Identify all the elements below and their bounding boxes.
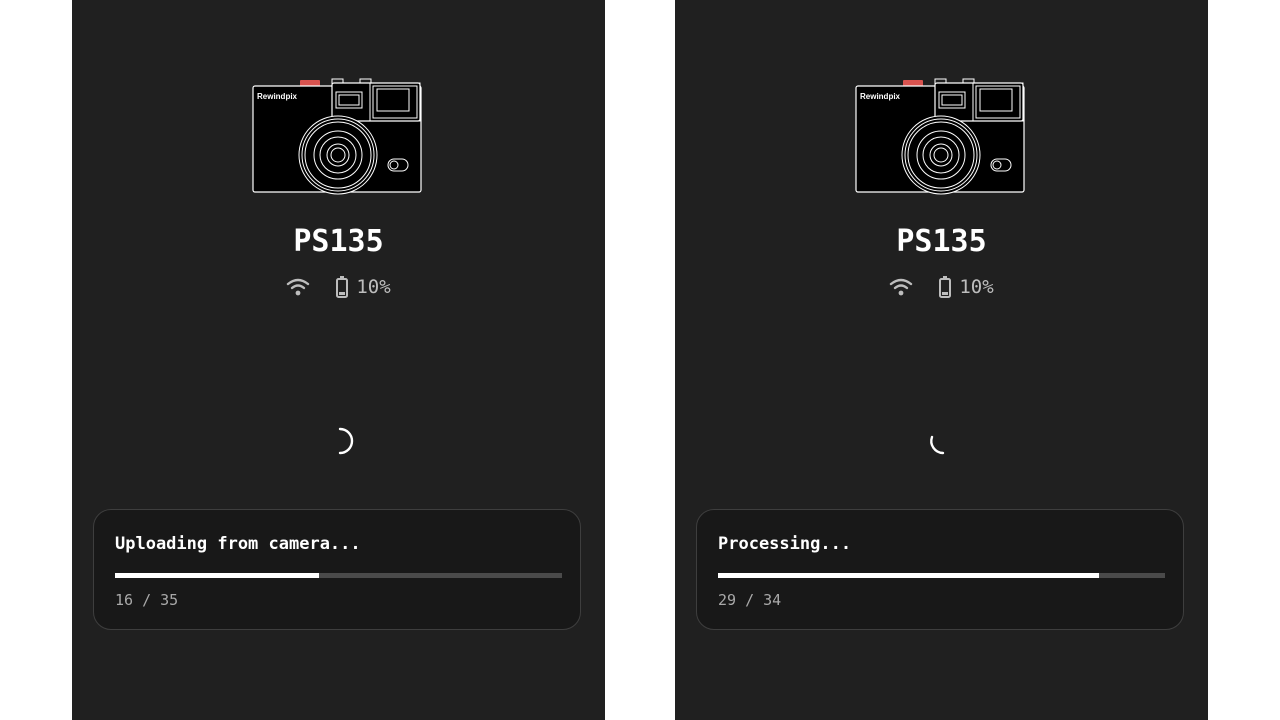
wifi-icon [287,278,310,296]
progress-bar-fill [718,573,1100,578]
camera-brand-label: Rewindpix [860,92,901,101]
camera-brand-label: Rewindpix [257,92,298,101]
progress-bar [718,573,1165,578]
wifi-icon [890,278,913,296]
progress-count: 16 / 35 [115,591,179,609]
device-name: PS135 [293,224,384,259]
progress-count: 29 / 34 [718,591,782,609]
device-status: 10% [72,274,605,300]
progress-card: Uploading from camera... 16 / 35 [93,509,581,630]
camera-illustration: Rewindpix [252,78,422,195]
progress-bar [115,573,562,578]
progress-status-text: Uploading from camera... [115,534,361,554]
progress-card: Processing... 29 / 34 [696,509,1184,630]
loading-spinner-icon [930,435,945,455]
loading-spinner-icon [338,427,354,455]
battery-level: 10% [356,276,391,298]
screen-processing: Rewindpix PS135 10% Processing... 29 / 3… [675,0,1208,720]
progress-status-text: Processing... [718,534,852,554]
progress-bar-fill [115,573,320,578]
device-name: PS135 [896,224,987,259]
battery-icon [336,276,349,298]
screen-uploading: Rewindpix PS135 10% Uploading from camer… [72,0,605,720]
battery-icon [939,276,952,298]
battery-level: 10% [959,276,994,298]
camera-illustration: Rewindpix [855,78,1025,195]
device-status: 10% [675,274,1208,300]
